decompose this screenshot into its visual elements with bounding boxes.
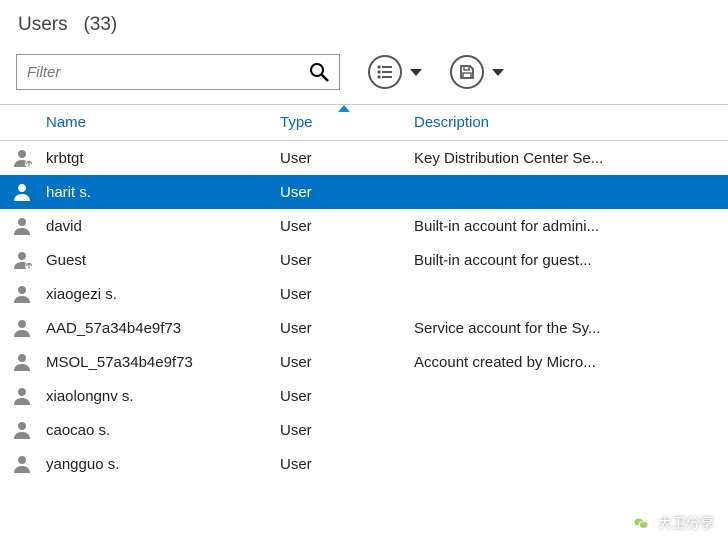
table-row[interactable]: caocao s.User (0, 413, 728, 447)
table-row[interactable]: GuestUserBuilt-in account for guest... (0, 243, 728, 277)
user-icon (10, 318, 46, 338)
user-description: Built-in account for guest... (414, 252, 728, 269)
save-menu-button[interactable] (450, 55, 504, 89)
user-type: User (280, 422, 414, 439)
user-icon (10, 284, 46, 304)
table-body: krbtgtUserKey Distribution Center Se... … (0, 141, 728, 481)
user-type: User (280, 354, 414, 371)
user-name: Guest (46, 252, 280, 269)
search-icon[interactable] (309, 62, 329, 82)
user-icon (10, 454, 46, 474)
user-type: User (280, 218, 414, 235)
tasks-menu-button[interactable] (368, 55, 422, 89)
user-name: harit s. (46, 184, 280, 201)
user-icon (10, 216, 46, 236)
user-icon (10, 148, 46, 168)
user-type: User (280, 184, 414, 201)
user-description: Built-in account for admini... (414, 218, 728, 235)
user-name: xiaogezi s. (46, 286, 280, 303)
table-row[interactable]: MSOL_57a34b4e9f73UserAccount created by … (0, 345, 728, 379)
user-icon (10, 420, 46, 440)
user-icon (10, 250, 46, 270)
user-description: Service account for the Sy... (414, 320, 728, 337)
column-header-type-label: Type (280, 114, 313, 131)
filter-input[interactable] (27, 64, 309, 81)
list-icon (368, 55, 402, 89)
save-icon (450, 55, 484, 89)
user-count: (33) (83, 14, 117, 35)
page-title: Users (18, 14, 68, 35)
user-name: AAD_57a34b4e9f73 (46, 320, 280, 337)
table-row[interactable]: yangguo s.User (0, 447, 728, 481)
watermark: 大卫分享 (630, 512, 714, 534)
column-header-type[interactable]: Type (280, 114, 414, 131)
table-row[interactable]: krbtgtUserKey Distribution Center Se... (0, 141, 728, 175)
table-row[interactable]: xiaogezi s.User (0, 277, 728, 311)
table-row[interactable]: xiaolongnv s.User (0, 379, 728, 413)
user-description: Account created by Micro... (414, 354, 728, 371)
user-type: User (280, 456, 414, 473)
table-row[interactable]: AAD_57a34b4e9f73UserService account for … (0, 311, 728, 345)
user-name: caocao s. (46, 422, 280, 439)
user-name: MSOL_57a34b4e9f73 (46, 354, 280, 371)
table-row[interactable]: davidUserBuilt-in account for admini... (0, 209, 728, 243)
user-type: User (280, 388, 414, 405)
table-row[interactable]: harit s.User (0, 175, 728, 209)
user-name: krbtgt (46, 150, 280, 167)
user-description: Key Distribution Center Se... (414, 150, 728, 167)
toolbar (0, 48, 728, 105)
chevron-down-icon (492, 69, 504, 76)
users-table: Name Type Description krbtgtUserKey Dist… (0, 105, 728, 481)
user-icon (10, 182, 46, 202)
table-header: Name Type Description (0, 105, 728, 141)
chevron-down-icon (410, 69, 422, 76)
sort-ascending-icon (338, 105, 350, 112)
user-icon (10, 386, 46, 406)
filter-box[interactable] (16, 54, 340, 90)
column-header-name[interactable]: Name (46, 114, 280, 131)
page-header: Users (33) (0, 0, 728, 48)
user-icon (10, 352, 46, 372)
user-type: User (280, 150, 414, 167)
user-name: yangguo s. (46, 456, 280, 473)
wechat-icon (630, 512, 652, 534)
column-header-description[interactable]: Description (414, 114, 728, 131)
user-type: User (280, 320, 414, 337)
user-name: xiaolongnv s. (46, 388, 280, 405)
user-name: david (46, 218, 280, 235)
user-type: User (280, 286, 414, 303)
watermark-text: 大卫分享 (658, 513, 714, 533)
user-type: User (280, 252, 414, 269)
